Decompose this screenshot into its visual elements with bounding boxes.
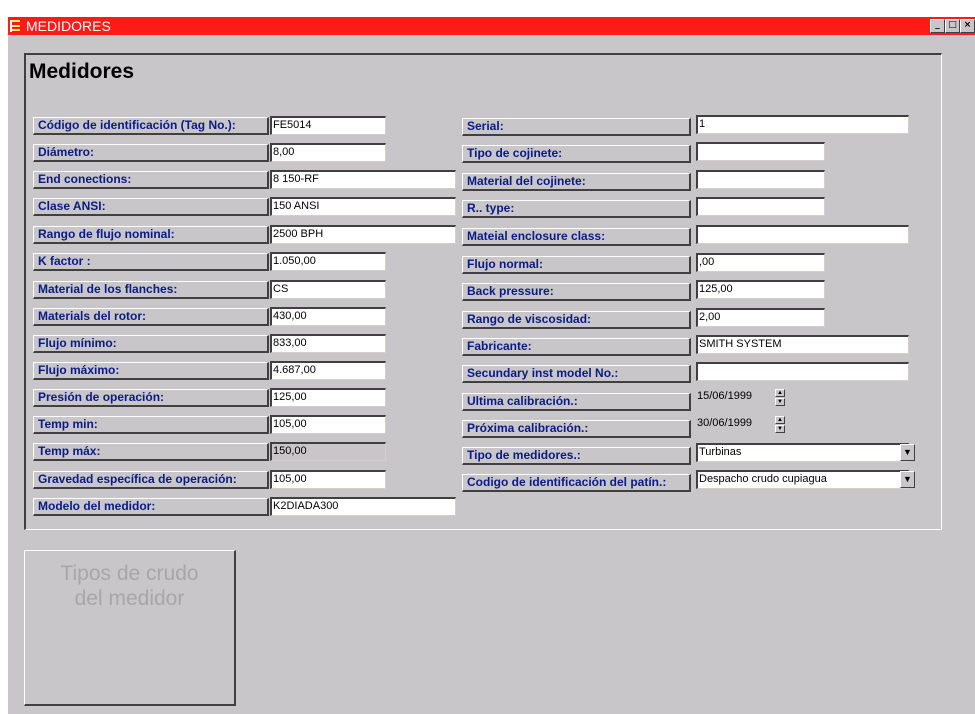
clase-ansi-field[interactable]: 150 ANSI [270, 197, 456, 216]
label-codigo-patin: Codigo de identificación del patín.: [462, 474, 691, 492]
tipo-medidores-select[interactable]: Turbinas [696, 443, 909, 462]
ultima-calibracion-field[interactable]: 15/06/1999 [696, 389, 777, 408]
label-tipo-cojinete: Tipo de cojinete: [462, 145, 691, 163]
label-enclosure-class: Mateial enclosure class: [462, 228, 691, 246]
label-gravedad-especifica: Gravedad específica de operación: [33, 471, 269, 489]
form-heading: Medidores [29, 60, 135, 83]
minimize-button[interactable]: _ [930, 19, 945, 33]
label-fabricante: Fabricante: [462, 338, 691, 356]
modelo-medidor-field[interactable]: K2DIADA300 [270, 497, 456, 516]
label-k-factor: K factor : [33, 253, 269, 271]
label-tipo-medidores: Tipo de medidores.: [462, 447, 691, 465]
maximize-button[interactable]: □ [945, 19, 960, 33]
serial-field[interactable]: 1 [696, 115, 909, 134]
label-back-pressure: Back pressure: [462, 283, 691, 301]
tag-no-field[interactable]: FE5014 [270, 116, 386, 135]
flujo-normal-field[interactable]: ,00 [696, 253, 825, 272]
diametro-field[interactable]: 8,00 [270, 143, 386, 162]
label-materials-rotor: Materials del rotor: [33, 308, 269, 326]
r-type-field[interactable] [696, 197, 825, 216]
label-material-flanches: Material de los flanches: [33, 281, 269, 299]
label-end-conections: End conections: [33, 171, 269, 189]
flujo-maximo-field[interactable]: 4.687,00 [270, 361, 386, 380]
spin-down-icon[interactable]: ▼ [775, 398, 785, 406]
label-presion-operacion: Presión de operación: [33, 389, 269, 407]
label-diametro: Diámetro: [33, 144, 269, 162]
label-temp-min: Temp min: [33, 416, 269, 434]
end-conections-field[interactable]: 8 150-RF [270, 170, 456, 189]
label-proxima-calibracion: Próxima calibración.: [462, 420, 691, 438]
label-tag-no: Código de identificación (Tag No.): [33, 117, 269, 135]
label-rango-viscosidad: Rango de viscosidad: [462, 311, 691, 329]
flujo-minimo-field[interactable]: 833,00 [270, 334, 386, 353]
app-form-icon [10, 20, 22, 32]
label-material-cojinete: Material del cojinete: [462, 173, 691, 191]
tipo-cojinete-field[interactable] [696, 142, 825, 161]
label-flujo-minimo: Flujo mínimo: [33, 335, 269, 353]
material-flanches-field[interactable]: CS [270, 280, 386, 299]
k-factor-field[interactable]: 1.050,00 [270, 252, 386, 271]
label-flujo-normal: Flujo normal: [462, 256, 691, 274]
title-bar[interactable]: MEDIDORES _ □ × [8, 17, 975, 35]
materials-rotor-field[interactable]: 430,00 [270, 307, 386, 326]
label-r-type: R.. type: [462, 200, 691, 218]
enclosure-class-field[interactable] [696, 225, 909, 244]
rango-viscosidad-field[interactable]: 2,00 [696, 308, 825, 327]
secundary-inst-model-field[interactable] [696, 362, 909, 381]
gravedad-especifica-field[interactable]: 105,00 [270, 470, 386, 489]
label-secundary-inst-model: Secundary inst model No.: [462, 365, 691, 383]
tipo-medidores-dropdown-icon[interactable]: ▼ [900, 444, 915, 461]
tipos-de-crudo-button[interactable]: Tipos de crudo del medidor [24, 550, 236, 706]
label-clase-ansi: Clase ANSI: [33, 198, 269, 216]
fabricante-field[interactable]: SMITH SYSTEM [696, 335, 909, 354]
label-modelo-medidor: Modelo del medidor: [33, 498, 269, 516]
codigo-patin-select[interactable]: Despacho crudo cupiagua [696, 470, 909, 489]
label-ultima-calibracion: Ultima calibración.: [462, 393, 691, 411]
temp-max-field[interactable]: 150,00 [270, 442, 386, 461]
temp-min-field[interactable]: 105,00 [270, 415, 386, 434]
window-title: MEDIDORES [26, 18, 111, 34]
proxima-calibracion-field[interactable]: 30/06/1999 [696, 416, 777, 435]
label-flujo-maximo: Flujo máximo: [33, 362, 269, 380]
label-rango-flujo-nominal: Rango de flujo nominal: [33, 226, 269, 244]
spin-up-icon[interactable]: ▲ [775, 389, 785, 397]
back-pressure-field[interactable]: 125,00 [696, 280, 825, 299]
spin-up-icon[interactable]: ▲ [775, 416, 785, 424]
spin-down-icon[interactable]: ▼ [775, 425, 785, 433]
presion-operacion-field[interactable]: 125,00 [270, 388, 386, 407]
rango-flujo-nominal-field[interactable]: 2500 BPH [270, 225, 456, 244]
label-serial: Serial: [462, 118, 691, 136]
codigo-patin-dropdown-icon[interactable]: ▼ [900, 471, 915, 488]
material-cojinete-field[interactable] [696, 170, 825, 189]
ultima-calibracion-spinner[interactable]: ▲ ▼ [775, 389, 785, 406]
proxima-calibracion-spinner[interactable]: ▲ ▼ [775, 416, 785, 433]
close-button[interactable]: × [960, 19, 975, 33]
label-temp-max: Temp máx: [33, 443, 269, 461]
